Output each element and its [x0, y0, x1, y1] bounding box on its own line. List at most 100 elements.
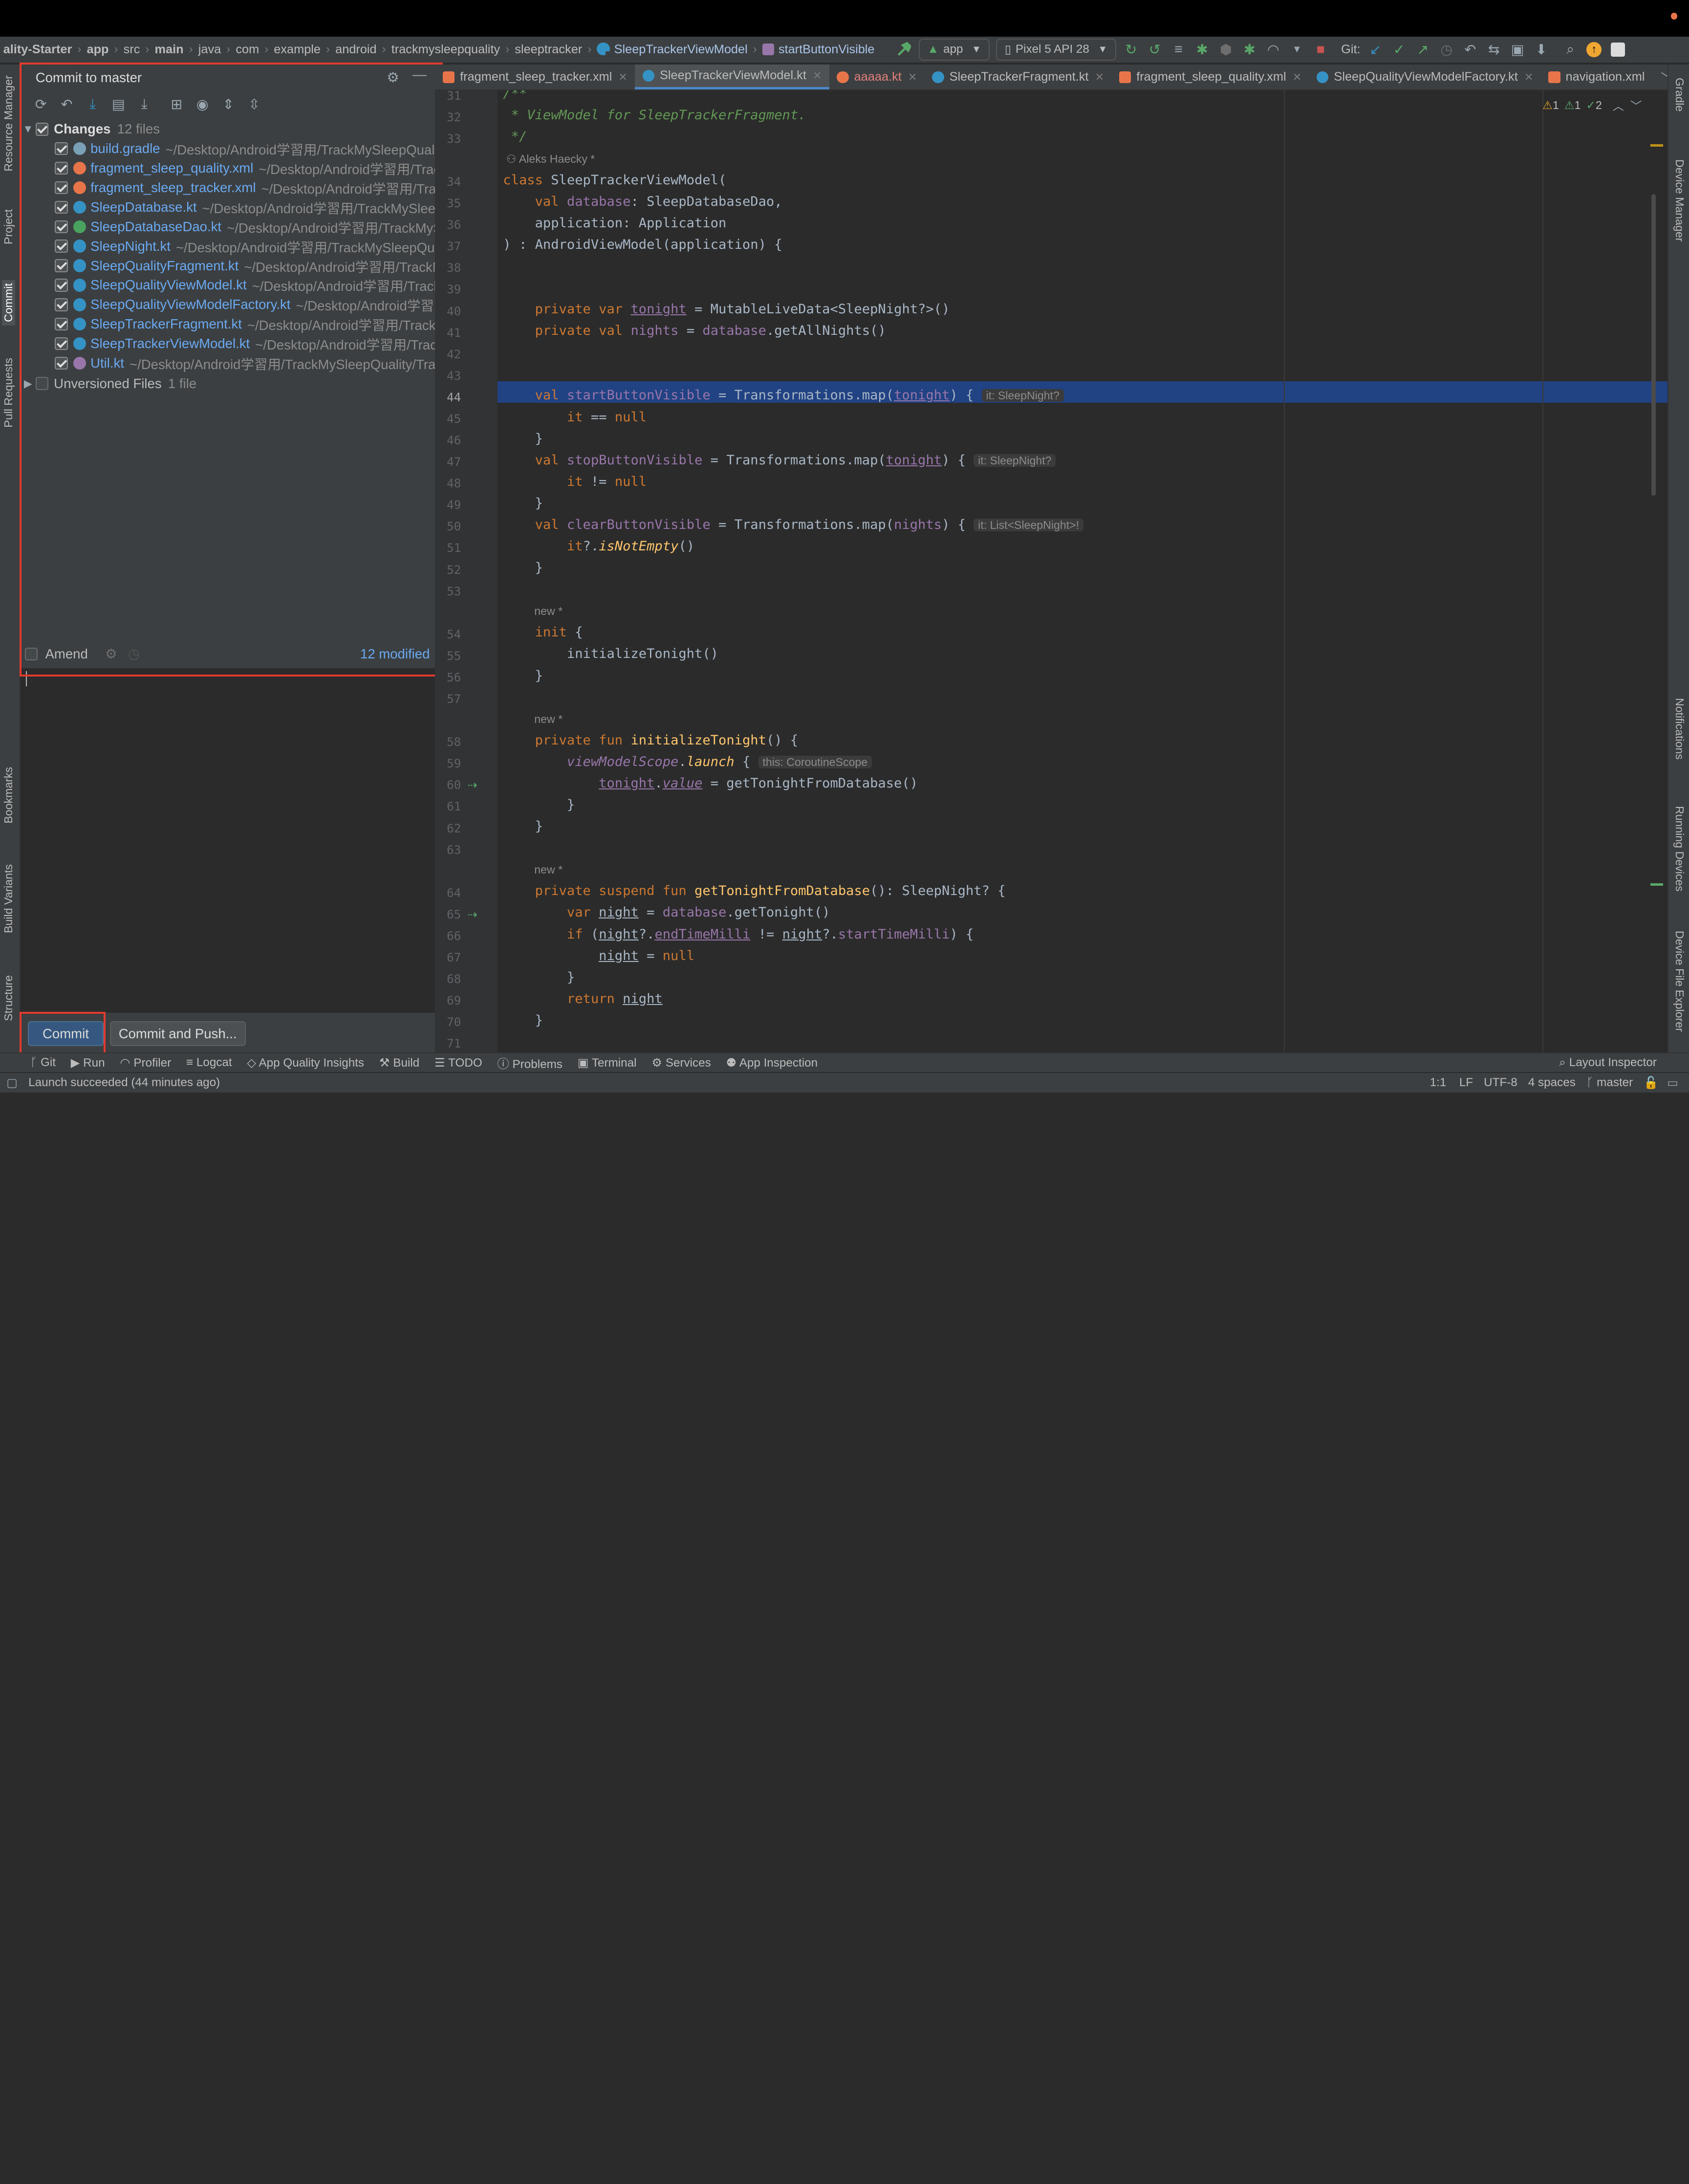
close-icon[interactable]: ✕ [908, 71, 917, 84]
avatar[interactable] [1607, 39, 1628, 60]
tabs-overflow-chevron-icon[interactable]: ﹀ [1652, 68, 1667, 86]
breadcrumb-java[interactable]: java [198, 43, 221, 57]
tool-tab-device-file-explorer[interactable]: Device File Explorer [1673, 931, 1686, 1032]
tool-tab-notifications[interactable]: Notifications [1673, 698, 1686, 760]
debug-icon[interactable]: ✱ [1191, 39, 1213, 60]
highlight-box-changes [19, 62, 443, 677]
memory-indicator-icon[interactable]: ▭ [1667, 1075, 1678, 1090]
close-icon[interactable]: ✕ [1524, 71, 1533, 84]
gutter-run-icon[interactable]: ⇢ [468, 907, 477, 922]
tool-tab-commit[interactable]: Commit [2, 280, 16, 326]
coverage-icon[interactable]: ◠ [1262, 39, 1284, 60]
tool-services[interactable]: ⚙ Services [651, 1055, 711, 1070]
tool-git[interactable]: ᚴ Git [30, 1056, 56, 1070]
tool-tab-structure[interactable]: Structure [2, 975, 15, 1021]
breadcrumb-example[interactable]: example [274, 43, 321, 57]
update-icon[interactable]: ↑ [1583, 39, 1605, 60]
breadcrumb-project[interactable]: ality-Starter [3, 43, 72, 57]
close-icon[interactable]: ✕ [1293, 71, 1301, 84]
line-separator[interactable]: LF [1459, 1076, 1473, 1090]
tool-tab-device-manager[interactable]: Device Manager [1673, 159, 1686, 241]
sdk-manager-icon[interactable]: ⬇ [1531, 39, 1552, 60]
sync-gradle-icon[interactable]: ⇆ [1483, 39, 1505, 60]
tool-label: Terminal [591, 1056, 637, 1070]
line-number: 52 [447, 562, 461, 577]
device-manager-icon[interactable]: ▣ [1507, 39, 1528, 60]
breadcrumb-main[interactable]: main [155, 43, 184, 57]
breadcrumb-class[interactable]: SleepTrackerViewModel [597, 42, 748, 57]
attach-debugger-icon[interactable]: ⬢ [1215, 39, 1236, 60]
tool-tab-label: Running Devices [1673, 806, 1686, 892]
breadcrumb-android[interactable]: android [335, 43, 377, 57]
more-run-chevron-icon[interactable]: ▼ [1286, 39, 1308, 60]
gutter-run-icon[interactable]: ⇢ [468, 778, 477, 792]
git-history-icon[interactable]: ◷ [1436, 39, 1457, 60]
error-stripe-mark[interactable] [1650, 144, 1664, 147]
editor-tab[interactable]: fragment_sleep_tracker.xml ✕ [435, 65, 635, 89]
git-push-icon[interactable]: ↗ [1412, 39, 1433, 60]
tool-todo[interactable]: ☰ TODO [434, 1055, 482, 1070]
close-icon[interactable]: ✕ [813, 69, 822, 82]
rerun-icon[interactable]: ↻ [1120, 39, 1142, 60]
next-highlight-icon[interactable]: ﹀ [1630, 97, 1642, 113]
tool-tab-pull-requests[interactable]: Pull Requests [2, 358, 15, 428]
lock-icon[interactable]: 🔓 [1644, 1076, 1658, 1090]
commit-and-push-button[interactable]: Commit and Push... [109, 1021, 246, 1047]
apply-code-changes-icon[interactable]: ≡ [1168, 39, 1189, 60]
commit-message-input[interactable] [20, 668, 435, 1013]
git-branch-widget[interactable]: ᚴ master [1586, 1076, 1633, 1090]
hammer-icon[interactable] [893, 39, 914, 60]
git-update-icon[interactable]: ↙ [1364, 39, 1386, 60]
breadcrumb-com[interactable]: com [236, 43, 259, 57]
file-encoding[interactable]: UTF-8 [1484, 1076, 1517, 1090]
breadcrumb-app[interactable]: app [87, 43, 108, 57]
breadcrumb-sleeptracker[interactable]: sleeptracker [515, 43, 582, 57]
status-message[interactable]: Launch succeeded (44 minutes ago) [28, 1076, 220, 1090]
stop-icon[interactable]: ■ [1310, 39, 1331, 60]
previous-highlight-icon[interactable]: ︿ [1613, 97, 1624, 113]
tool-run[interactable]: ▶ Run [71, 1055, 105, 1070]
device-select[interactable]: ▯ Pixel 5 API 28 ▼ [996, 39, 1116, 61]
tool-profiler[interactable]: ◠ Profiler [120, 1055, 171, 1070]
tool-build[interactable]: ⚒ Build [379, 1055, 419, 1070]
search-icon[interactable]: ⌕ [1559, 39, 1581, 60]
tool-logcat[interactable]: ≡ Logcat [186, 1056, 232, 1070]
editor-tab[interactable]: SleepQualityViewModelFactory.kt ✕ [1309, 65, 1541, 89]
profile-icon[interactable]: ✱ [1239, 39, 1260, 60]
editor-tab[interactable]: navigation.xml [1541, 65, 1652, 89]
tool-tab-running-devices[interactable]: Running Devices [1673, 806, 1686, 892]
editor-tab[interactable]: fragment_sleep_quality.xml ✕ [1112, 65, 1309, 89]
git-commit-icon[interactable]: ✓ [1388, 39, 1410, 60]
breadcrumb-trackmysleepquality[interactable]: trackmysleepquality [391, 43, 500, 57]
tool-tab-bookmarks[interactable]: Bookmarks [2, 767, 15, 824]
tool-layout-inspector[interactable]: ⌕ Layout Inspector [1559, 1056, 1657, 1070]
toggle-tool-windows-icon[interactable]: ▢ [6, 1075, 18, 1090]
editor-tab[interactable]: SleepTrackerViewModel.kt ✕ [635, 65, 829, 90]
run-config-select[interactable]: ▲ app ▼ [918, 39, 990, 61]
change-stripe-mark[interactable] [1650, 883, 1664, 886]
class-icon [597, 42, 611, 57]
close-icon[interactable]: ✕ [1095, 71, 1104, 84]
code-editor[interactable]: /** * ViewModel for SleepTrackerFragment… [498, 90, 1667, 1053]
editor-tab[interactable]: SleepTrackerFragment.kt ✕ [925, 65, 1112, 89]
indent-setting[interactable]: 4 spaces [1528, 1076, 1576, 1090]
editor-tab[interactable]: aaaaa.kt ✕ [829, 65, 925, 89]
vertical-scrollbar[interactable] [1651, 194, 1656, 496]
tool-terminal[interactable]: ▣ Terminal [578, 1055, 637, 1070]
tool-tab-build-variants[interactable]: Build Variants [2, 864, 15, 933]
caret-position[interactable]: 1:1 [1430, 1076, 1447, 1090]
tool-app-inspection[interactable]: ⚉ App Inspection [726, 1055, 818, 1070]
tool-tab-project[interactable]: Project [2, 209, 15, 244]
inspection-widget[interactable]: ⚠ 1 ⚠ 1 ✓ 2 ︿ ﹀ [1542, 97, 1642, 113]
editor-tab-label: aaaaa.kt [854, 70, 902, 84]
breadcrumb-property[interactable]: startButtonVisible [762, 43, 875, 57]
git-rollback-icon[interactable]: ↶ [1459, 39, 1481, 60]
tool-tab-resource-manager[interactable]: Resource Manager [2, 75, 15, 172]
tool-app-quality-insights[interactable]: ◇ App Quality Insights [247, 1055, 364, 1070]
apply-changes-icon[interactable]: ↺ [1144, 39, 1166, 60]
breadcrumb-src[interactable]: src [124, 43, 140, 57]
close-icon[interactable]: ✕ [618, 71, 627, 84]
kotlin-file-icon [642, 69, 655, 82]
tool-tab-gradle[interactable]: Gradle [1673, 78, 1686, 111]
tool-problems[interactable]: ⓘ Problems [498, 1054, 563, 1071]
